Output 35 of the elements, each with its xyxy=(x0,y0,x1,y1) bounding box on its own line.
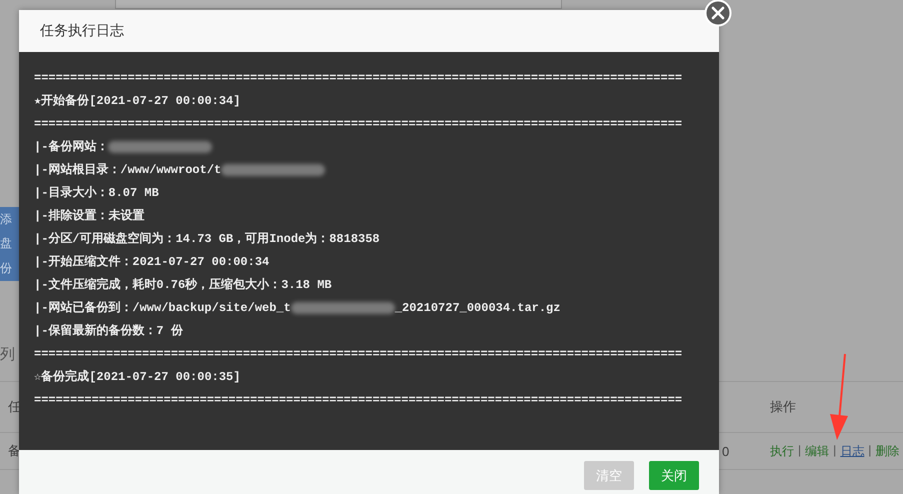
log-text: |-网站根目录：/www/wwwroot/t xyxy=(34,162,222,178)
column-header: 任 xyxy=(7,398,21,416)
close-button[interactable]: 关闭 xyxy=(649,461,699,490)
section-title: 列 xyxy=(0,345,15,365)
log-text: ========================================================================================== xyxy=(34,392,682,406)
log-text: |-网站已备份到：/www/backup/site/web_t xyxy=(34,300,291,316)
log-text: |-文件压缩完成，耗时0.76秒，压缩包大小：3.18 MB xyxy=(34,276,332,293)
panel-text: 份 xyxy=(0,260,13,278)
log-text: ========================================================================================== xyxy=(34,346,682,360)
column-header: 操作 xyxy=(769,398,796,416)
log-text: _20210727_000034.tar.gz xyxy=(394,300,560,314)
panel-text: 盘 xyxy=(0,235,13,252)
log-text: |-保留最新的备份数：7 份 xyxy=(34,322,183,339)
table-cell-text: 0 xyxy=(721,444,730,458)
log-text: ========================================================================================== xyxy=(34,116,682,130)
action-link[interactable]: 执行 xyxy=(770,442,794,460)
log-text: |-分区/可用磁盘空间为：14.73 GB，可用Inode为：8818358 xyxy=(34,230,380,247)
log-text: |-备份网站： xyxy=(34,138,108,155)
log-text: ★开始备份[2021-07-27 00:00:34] xyxy=(34,93,240,109)
separator: | xyxy=(833,442,836,458)
separator: | xyxy=(798,442,802,458)
action-link[interactable]: 删除 xyxy=(875,442,900,460)
log-text: ☆备份完成[2021-07-27 00:00:35] xyxy=(34,368,240,385)
log-text: |-排除设置：未设置 xyxy=(34,208,144,224)
input-field[interactable] xyxy=(115,0,562,9)
log-text: ========================================================================================== xyxy=(34,70,682,84)
separator: | xyxy=(868,442,872,458)
table-cell-text: 备 xyxy=(7,442,21,460)
log-text: |-目录大小：8.07 MB xyxy=(34,184,159,201)
action-link[interactable]: 日志 xyxy=(840,442,864,460)
panel-text: 添 xyxy=(0,210,13,228)
close-icon[interactable] xyxy=(704,0,732,27)
dialog-title: 任务执行日志 xyxy=(19,10,719,52)
action-link[interactable]: 编辑 xyxy=(805,442,830,460)
log-text: |-开始压缩文件：2021-07-27 00:00:34 xyxy=(34,254,270,270)
